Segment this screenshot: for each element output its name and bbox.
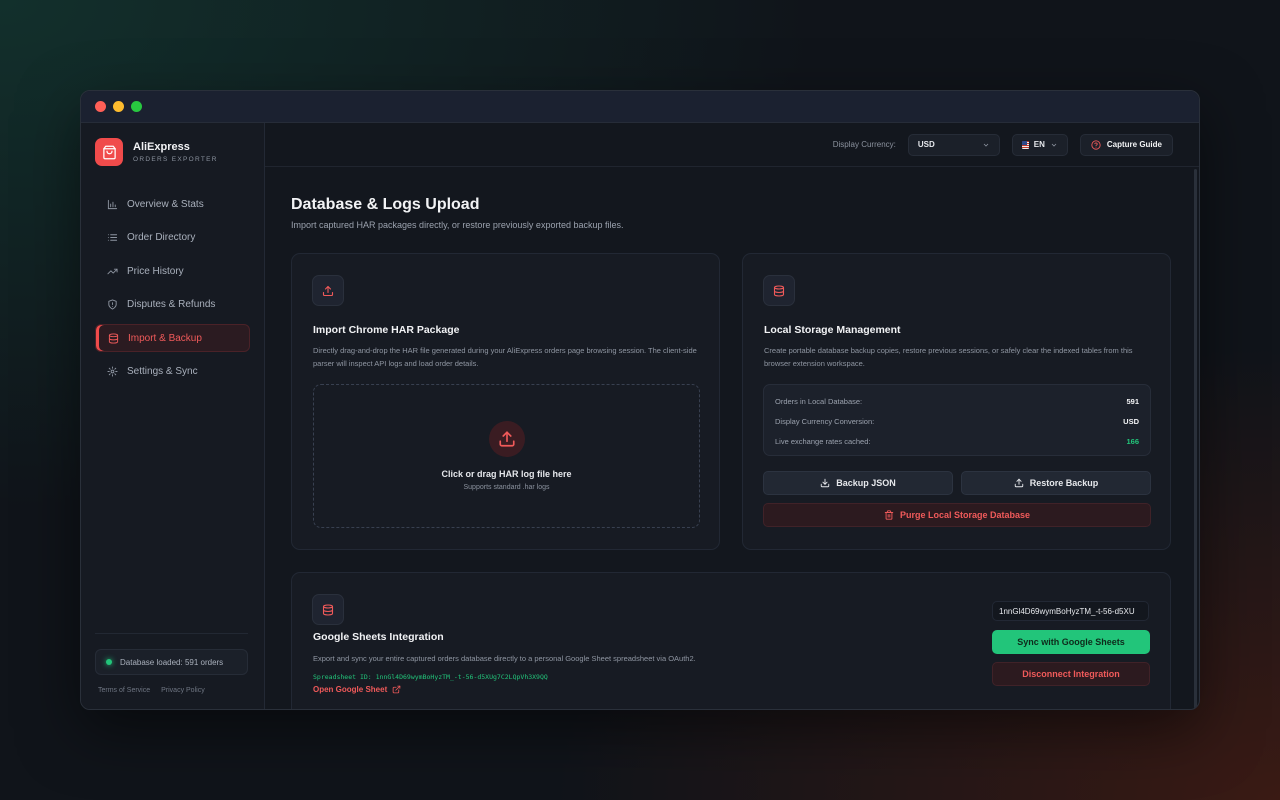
open-google-sheet-link[interactable]: Open Google Sheet (313, 685, 401, 694)
page-title: Database & Logs Upload (291, 196, 480, 213)
database-icon (763, 275, 795, 306)
disconnect-integration-button[interactable]: Disconnect Integration (992, 662, 1150, 686)
sidebar-item-disputes[interactable]: Disputes & Refunds (95, 291, 250, 319)
external-link-icon (392, 685, 401, 694)
us-flag-icon (1021, 140, 1029, 149)
sheets-card-description: Export and sync your entire captured ord… (313, 654, 696, 663)
privacy-link[interactable]: Privacy Policy (161, 687, 205, 694)
sidebar-item-label: Disputes & Refunds (127, 299, 216, 311)
dropzone-subtitle: Supports standard .har logs (463, 484, 550, 491)
restore-backup-label: Restore Backup (1029, 478, 1099, 488)
spreadsheet-id-text: Spreadsheet ID: 1nnGl4D69wymBoHyzTM_-t-5… (313, 673, 548, 681)
database-icon (312, 594, 344, 625)
main-area: Display Currency: USD EN Capture Guide D… (265, 123, 1199, 709)
dropzone-title: Click or drag HAR log file here (441, 469, 572, 479)
stat-label: Display Currency Conversion: (775, 416, 875, 426)
gear-icon (107, 366, 118, 378)
sidebar-item-label: Order Directory (127, 232, 196, 244)
sidebar: AliExpress ORDERS EXPORTER Overview & St… (81, 123, 265, 709)
disconnect-integration-label: Disconnect Integration (1022, 669, 1120, 679)
sidebar-item-label: Price History (127, 265, 184, 277)
chevron-down-icon (982, 141, 990, 149)
local-storage-card: Local Storage Management Create portable… (742, 253, 1171, 550)
stat-value: 591 (1126, 396, 1139, 406)
trend-icon (107, 266, 118, 277)
currency-select[interactable]: USD (907, 133, 1000, 156)
storage-card-description: Create portable database backup copies, … (764, 346, 1133, 368)
stat-value: 166 (1126, 436, 1139, 446)
page-subtitle: Import captured HAR packages directly, o… (291, 220, 624, 230)
brand: AliExpress ORDERS EXPORTER (81, 123, 264, 166)
sheets-card-title: Google Sheets Integration (313, 631, 444, 643)
currency-value: USD (917, 140, 935, 149)
page-content: Database & Logs Upload Import captured H… (291, 167, 1171, 709)
import-card-description: Directly drag-and-drop the HAR file gene… (313, 346, 697, 368)
open-google-sheet-label: Open Google Sheet (313, 685, 388, 694)
sidebar-item-price-history[interactable]: Price History (95, 257, 250, 285)
sidebar-item-overview[interactable]: Overview & Stats (95, 190, 250, 218)
storage-card-title: Local Storage Management (764, 324, 901, 336)
spreadsheet-id-input[interactable] (992, 601, 1149, 621)
currency-label: Display Currency: (832, 140, 896, 149)
app-window: AliExpress ORDERS EXPORTER Overview & St… (80, 90, 1200, 710)
status-dot-icon (106, 659, 112, 665)
database-icon (108, 333, 119, 344)
upload-icon (312, 275, 344, 306)
sidebar-item-label: Overview & Stats (127, 198, 204, 210)
top-bar: Display Currency: USD EN Capture Guide (265, 123, 1199, 167)
sidebar-item-label: Settings & Sync (127, 366, 198, 378)
google-sheets-card: Google Sheets Integration Export and syn… (291, 572, 1171, 709)
database-status-text: Database loaded: 591 orders (120, 657, 224, 667)
import-card-title: Import Chrome HAR Package (313, 324, 460, 336)
maximize-window-button[interactable] (131, 101, 142, 112)
database-status: Database loaded: 591 orders (95, 649, 248, 675)
sidebar-item-import-backup[interactable]: Import & Backup (95, 324, 250, 353)
sidebar-divider (95, 633, 248, 634)
import-har-card: Import Chrome HAR Package Directly drag-… (291, 253, 720, 550)
chevron-down-icon (1050, 141, 1058, 149)
brand-name: AliExpress (133, 141, 190, 153)
sidebar-nav: Overview & Stats Order Directory Price H… (81, 190, 264, 386)
download-icon (820, 478, 830, 488)
stat-label: Live exchange rates cached: (775, 436, 871, 446)
upload-icon (489, 421, 525, 457)
sidebar-item-label: Import & Backup (128, 332, 202, 344)
stat-value: USD (1123, 416, 1139, 426)
capture-guide-label: Capture Guide (1106, 140, 1162, 149)
stat-label: Orders in Local Database: (775, 396, 863, 406)
footer-links: Terms of Service Privacy Policy (98, 687, 205, 694)
language-select[interactable]: EN (1011, 133, 1068, 156)
har-dropzone[interactable]: Click or drag HAR log file here Supports… (313, 384, 700, 528)
terms-link[interactable]: Terms of Service (98, 687, 150, 694)
backup-json-label: Backup JSON (836, 478, 896, 488)
stat-row: Display Currency Conversion: USD (775, 411, 1139, 431)
upload-icon (1014, 478, 1024, 488)
sidebar-item-orders[interactable]: Order Directory (95, 224, 250, 252)
purge-database-button[interactable]: Purge Local Storage Database (763, 503, 1151, 527)
capture-guide-button[interactable]: Capture Guide (1079, 133, 1173, 156)
storage-stats: Orders in Local Database: 591 Display Cu… (763, 384, 1151, 456)
close-window-button[interactable] (95, 101, 106, 112)
minimize-window-button[interactable] (113, 101, 124, 112)
bar-chart-icon (107, 199, 118, 210)
backup-json-button[interactable]: Backup JSON (763, 471, 953, 495)
title-bar (81, 91, 1199, 123)
stat-row: Orders in Local Database: 591 (775, 391, 1139, 411)
purge-database-label: Purge Local Storage Database (899, 510, 1031, 520)
help-circle-icon (1091, 139, 1101, 150)
scrollbar[interactable] (1194, 169, 1197, 709)
stat-row: Live exchange rates cached: 166 (775, 431, 1139, 451)
language-value: EN (1033, 140, 1045, 149)
brand-subtitle: ORDERS EXPORTER (133, 156, 218, 163)
shopping-bag-icon (95, 138, 123, 166)
restore-backup-button[interactable]: Restore Backup (961, 471, 1151, 495)
sync-google-sheets-label: Sync with Google Sheets (1017, 637, 1125, 647)
sync-google-sheets-button[interactable]: Sync with Google Sheets (992, 630, 1150, 654)
trash-icon (884, 510, 894, 520)
sidebar-item-settings[interactable]: Settings & Sync (95, 358, 250, 386)
list-icon (107, 232, 118, 243)
shield-icon (107, 299, 118, 310)
